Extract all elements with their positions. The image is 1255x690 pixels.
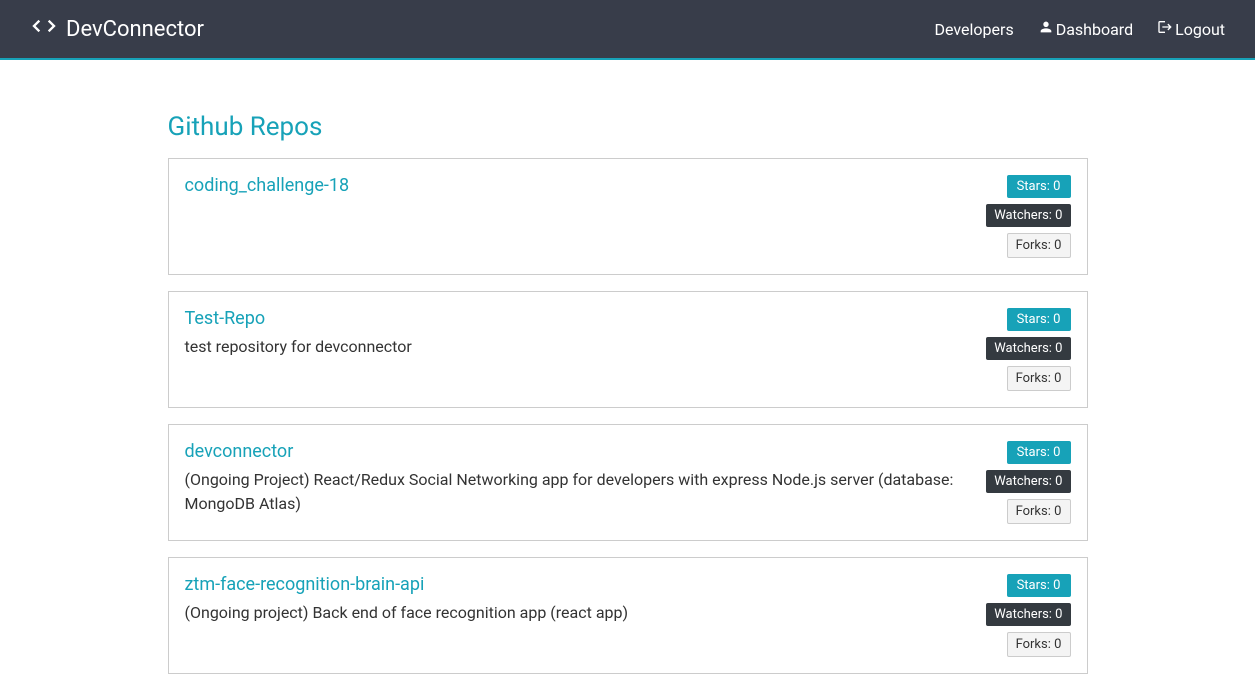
section-title: Github Repos: [168, 112, 1088, 142]
repo-badges: Stars: 0 Watchers: 0 Forks: 0: [986, 441, 1070, 524]
nav-developers[interactable]: Developers: [935, 20, 1014, 39]
repo-card: ztm-face-recognition-brain-api (Ongoing p…: [168, 557, 1088, 674]
logout-icon: [1157, 19, 1173, 39]
forks-badge: Forks: 0: [1007, 632, 1071, 657]
watchers-badge: Watchers: 0: [986, 204, 1070, 227]
repo-info: Test-Repo test repository for devconnecto…: [185, 308, 967, 391]
nav-dashboard[interactable]: Dashboard: [1038, 19, 1133, 39]
stars-badge: Stars: 0: [1007, 441, 1071, 464]
repo-description: (Ongoing project) Back end of face recog…: [185, 601, 967, 625]
repo-info: coding_challenge-18: [185, 175, 967, 258]
stars-badge: Stars: 0: [1007, 574, 1071, 597]
stars-badge: Stars: 0: [1007, 308, 1071, 331]
repo-badges: Stars: 0 Watchers: 0 Forks: 0: [986, 175, 1070, 258]
watchers-badge: Watchers: 0: [986, 337, 1070, 360]
nav-logout-label: Logout: [1175, 20, 1225, 39]
stars-badge: Stars: 0: [1007, 175, 1071, 198]
repo-name-link[interactable]: coding_challenge-18: [185, 175, 350, 196]
repos-list: coding_challenge-18 Stars: 0 Watchers: 0 Fo…: [168, 158, 1088, 674]
navbar-links: Developers Dashboard Logout: [935, 19, 1225, 39]
repo-info: ztm-face-recognition-brain-api (Ongoing p…: [185, 574, 967, 657]
nav-dashboard-label: Dashboard: [1056, 20, 1133, 39]
forks-badge: Forks: 0: [1007, 233, 1071, 258]
repo-card: Test-Repo test repository for devconnecto…: [168, 291, 1088, 408]
repo-name-link[interactable]: Test-Repo: [185, 308, 266, 329]
brand-text: DevConnector: [66, 17, 204, 42]
repo-card: coding_challenge-18 Stars: 0 Watchers: 0 Fo…: [168, 158, 1088, 275]
forks-badge: Forks: 0: [1007, 366, 1071, 391]
navbar: DevConnector Developers Dashboard Logout: [0, 0, 1255, 60]
nav-developers-label: Developers: [935, 20, 1014, 39]
repo-description: test repository for devconnector: [185, 335, 967, 359]
repo-badges: Stars: 0 Watchers: 0 Forks: 0: [986, 308, 1070, 391]
repo-card: devconnector (Ongoing Project) React/Redu…: [168, 424, 1088, 541]
watchers-badge: Watchers: 0: [986, 470, 1070, 493]
repo-name-link[interactable]: devconnector: [185, 441, 294, 462]
repo-description: (Ongoing Project) React/Redux Social Net…: [185, 468, 967, 516]
main-container: Position: aaaa Description: Github Repos…: [158, 4, 1098, 674]
repo-name-link[interactable]: ztm-face-recognition-brain-api: [185, 574, 425, 595]
nav-logout[interactable]: Logout: [1157, 19, 1225, 39]
brand-link[interactable]: DevConnector: [30, 12, 204, 46]
forks-badge: Forks: 0: [1007, 499, 1071, 524]
code-icon: [30, 12, 58, 46]
watchers-badge: Watchers: 0: [986, 603, 1070, 626]
repo-info: devconnector (Ongoing Project) React/Redu…: [185, 441, 967, 524]
repo-badges: Stars: 0 Watchers: 0 Forks: 0: [986, 574, 1070, 657]
user-icon: [1038, 19, 1054, 39]
